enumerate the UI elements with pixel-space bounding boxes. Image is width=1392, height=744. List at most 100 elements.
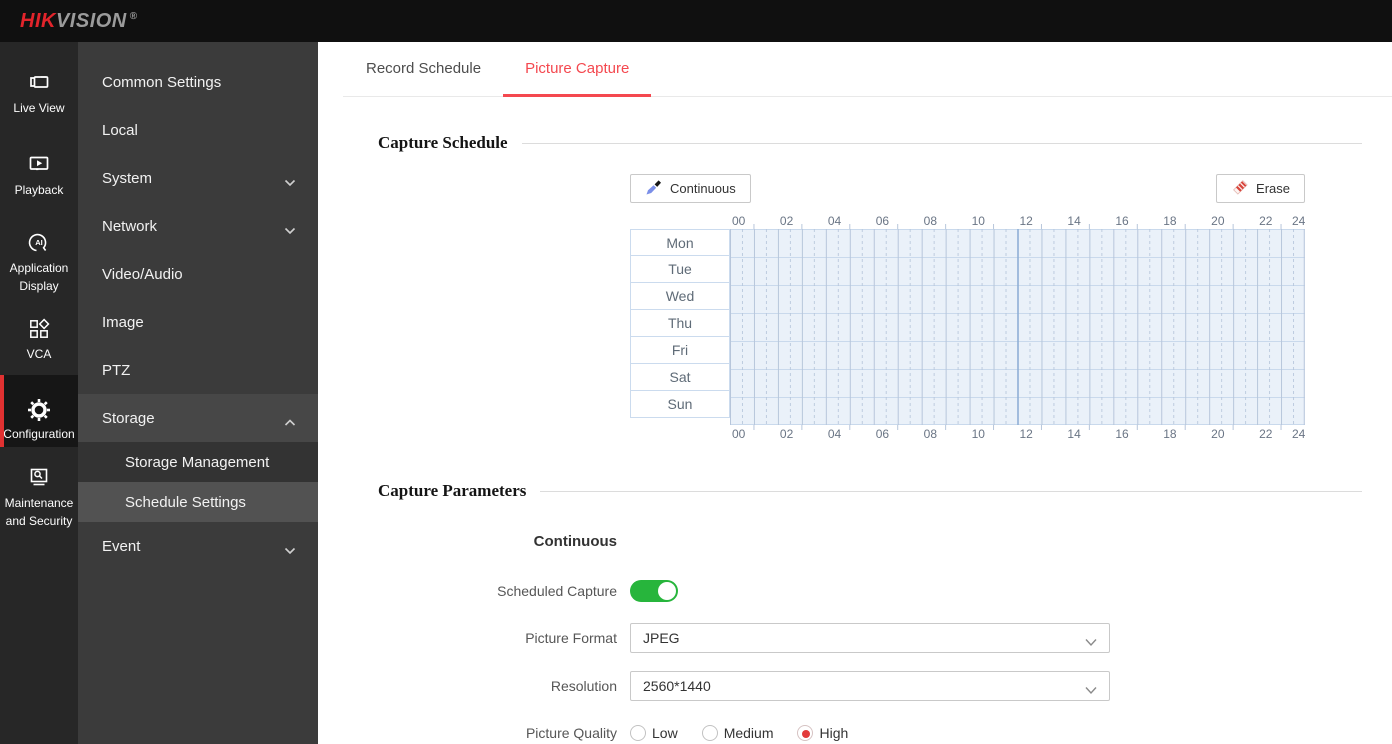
quality-option-medium[interactable]: Medium [701,725,774,741]
capture-schedule-grid: 00 02 04 06 08 10 12 14 16 18 20 22 24 Mon Tue Wed Thu F… [630,213,1305,441]
quality-option-label: Low [652,725,678,741]
toggle-knob [658,582,676,600]
rail-item-configuration[interactable]: Configuration [0,375,78,447]
rail-item-live-view[interactable]: Live View [0,72,78,117]
submenu-item-image[interactable]: Image [78,298,318,346]
submenu-item-common-settings[interactable]: Common Settings [78,58,318,106]
submenu-item-system[interactable]: System [78,154,318,202]
picture-quality-row: Picture Quality Low Medium High [318,725,848,741]
gear-icon [0,398,78,422]
svg-text:AI: AI [35,238,43,247]
submenu-item-local[interactable]: Local [78,106,318,154]
submenu-item-label: Network [102,217,158,235]
submenu-item-ptz[interactable]: PTZ [78,346,318,394]
nav-rail: Live View Playback AI Application Display VC… [0,42,78,744]
capture-schedule-section-header: Capture Schedule [378,133,1362,153]
scheduled-capture-toggle[interactable] [630,580,678,602]
schedule-timeline[interactable] [730,229,1305,425]
registered-mark: ® [129,10,138,22]
playback-icon [0,154,78,178]
submenu-item-label: Local [102,121,138,139]
picture-quality-label: Picture Quality [525,725,617,741]
ai-head-icon: AI [0,232,78,256]
chevron-down-icon [284,174,296,191]
tab-record-schedule[interactable]: Record Schedule [344,42,503,97]
picture-format-select[interactable]: JPEG [630,623,1110,653]
capture-parameters-section-header: Capture Parameters [378,481,1362,501]
quality-option-label: Medium [723,725,774,741]
hour-tick-marks [753,425,1282,430]
resolution-label: Resolution [550,678,617,694]
scheduled-capture-label: Scheduled Capture [497,583,617,599]
rail-item-application-display[interactable]: AI Application Display [0,232,78,295]
submenu-item-label: PTZ [102,361,131,379]
quality-option-high[interactable]: High [797,725,848,741]
submenu-item-event[interactable]: Event [78,522,318,570]
submenu-item-label: Event [102,537,141,555]
resolution-select[interactable]: 2560*1440 [630,671,1110,701]
submenu-item-schedule-settings[interactable]: Schedule Settings [78,482,318,522]
radio-unchecked-icon[interactable] [630,725,646,741]
rail-item-vca[interactable]: VCA [0,318,78,363]
resolution-value: 2560*1440 [643,678,711,694]
picture-format-label: Picture Format [525,630,617,646]
day-row-sat[interactable]: Sat [630,363,730,391]
day-row-wed[interactable]: Wed [630,282,730,310]
erase-button[interactable]: Erase [1216,174,1305,203]
submenu-item-storage[interactable]: Storage [78,394,318,442]
maintenance-icon [0,467,78,491]
section-title: Capture Schedule [378,133,508,152]
day-row-tue[interactable]: Tue [630,255,730,283]
radio-checked-icon[interactable] [797,725,814,741]
rail-item-maintenance-and-security[interactable]: Maintenance and Security [0,467,78,530]
submenu-item-network[interactable]: Network [78,202,318,250]
eraser-icon [1231,178,1249,199]
parameter-group-title: Continuous [533,533,617,550]
chevron-down-icon [284,222,296,239]
day-row-thu[interactable]: Thu [630,309,730,337]
section-title: Capture Parameters [378,481,527,500]
logo-hik: HIK [20,9,56,32]
submenu-item-video-audio[interactable]: Video/Audio [78,250,318,298]
submenu-item-label: Storage Management [125,453,270,471]
config-submenu: Common Settings Local System Network Video/A… [78,42,318,744]
rail-item-label: Maintenance and Security [4,496,74,528]
hikvision-logo: HIK VISION ® [20,10,138,33]
top-bar: HIK VISION ® [0,0,1392,42]
submenu-item-label: Schedule Settings [125,493,246,511]
chevron-down-icon [1084,682,1098,698]
picture-format-value: JPEG [643,630,680,646]
picture-quality-radio-group: Low Medium High [630,725,848,741]
submenu-item-storage-management[interactable]: Storage Management [78,442,318,482]
rail-item-label: Application Display [9,261,69,293]
day-row-fri[interactable]: Fri [630,336,730,364]
chevron-down-icon [1084,634,1098,650]
continuous-draw-button[interactable]: Continuous [630,174,751,203]
rail-item-label: VCA [26,347,52,361]
tab-bar: Record Schedule Picture Capture [318,42,1392,97]
chevron-up-icon [284,414,296,431]
quality-option-low[interactable]: Low [630,725,678,741]
section-divider [540,490,1362,492]
vca-shapes-icon [0,318,78,342]
schedule-toolbar: Continuous Erase [630,174,1305,203]
submenu-item-label: Image [102,313,144,331]
day-row-sun[interactable]: Sun [630,390,730,418]
day-label-column: Mon Tue Wed Thu Fri Sat Sun [630,229,730,425]
continuous-button-label: Continuous [670,181,736,196]
scheduled-capture-row: Scheduled Capture [318,580,678,602]
rail-item-label: Configuration [3,427,75,441]
rail-item-label: Playback [14,183,64,197]
rail-item-playback[interactable]: Playback [0,154,78,199]
day-row-mon[interactable]: Mon [630,229,730,256]
time-axis-top: 00 02 04 06 08 10 12 14 16 18 20 22 24 [630,213,1305,229]
tab-picture-capture[interactable]: Picture Capture [503,42,652,97]
submenu-item-label: Storage [102,409,155,427]
radio-unchecked-icon[interactable] [701,725,718,741]
submenu-item-label: Common Settings [102,73,222,91]
picture-format-row: Picture Format JPEG [318,623,1110,653]
erase-button-label: Erase [1256,181,1290,196]
parameter-group-row: Continuous [318,533,617,550]
main-content: Record Schedule Picture Capture Capture S… [318,42,1392,744]
rail-item-label: Live View [13,101,65,115]
